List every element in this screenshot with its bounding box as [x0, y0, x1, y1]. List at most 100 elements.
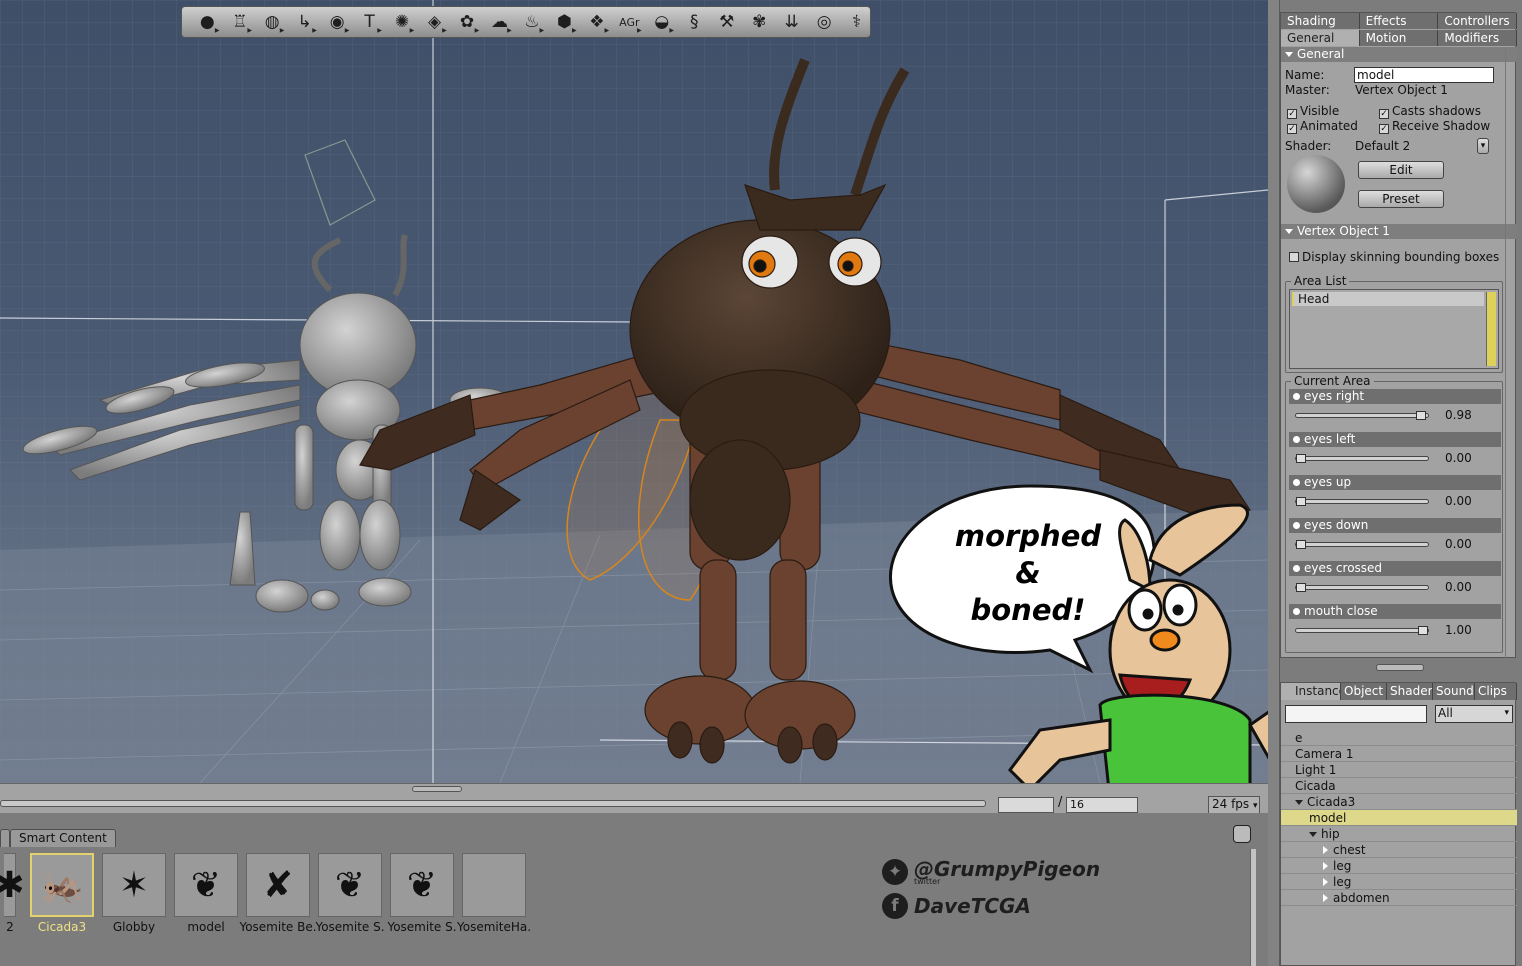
collapsed-triangle-icon[interactable] [1323, 894, 1328, 902]
library-item[interactable]: ✱ 2 [0, 853, 25, 935]
library-scrollbar[interactable] [1250, 849, 1256, 966]
text-icon[interactable]: T ▶ [356, 10, 382, 34]
tab-shader[interactable]: Shader [1387, 683, 1433, 700]
morph-value[interactable]: 1.00 [1445, 623, 1472, 637]
tree-item[interactable]: e [1281, 730, 1517, 746]
panel-splitter-horizontal[interactable] [1376, 664, 1424, 671]
library-item[interactable]: 🦗 Cicada3 [26, 853, 98, 935]
tree-item[interactable]: leg [1281, 874, 1517, 890]
morph-header[interactable]: eyes right [1289, 389, 1501, 404]
timeline-scrubber[interactable] [0, 800, 986, 807]
collapsed-triangle-icon[interactable] [1323, 878, 1328, 886]
morph-slider[interactable] [1295, 540, 1429, 549]
diamond-icon[interactable]: ❖ ▶ [584, 10, 610, 34]
general-section-header[interactable]: General [1281, 47, 1517, 62]
properties-scrollbar[interactable] [1505, 49, 1513, 659]
cloud-icon[interactable]: ☁ ▶ [486, 10, 512, 34]
tab-sound[interactable]: Sound [1433, 683, 1475, 700]
tab-controllers[interactable]: Controllers [1438, 13, 1518, 29]
morph-slider[interactable] [1295, 626, 1429, 635]
tree-item[interactable]: Cicada3 [1281, 794, 1517, 810]
area-list-scrollbar[interactable] [1486, 292, 1496, 366]
morph-slider[interactable] [1295, 411, 1429, 420]
animated-checkbox[interactable]: ✓ Animated [1287, 119, 1358, 134]
library-item[interactable]: YosemiteHa. [457, 853, 531, 935]
preset-button[interactable]: Preset [1358, 190, 1444, 208]
tab-general[interactable]: General [1281, 30, 1360, 46]
library-tab-prev[interactable] [0, 829, 10, 847]
morph-slider[interactable] [1295, 583, 1429, 592]
tab-clips[interactable]: Clips [1475, 683, 1517, 700]
area-list-item-head[interactable]: Head [1292, 292, 1484, 306]
expand-triangle-icon[interactable] [1295, 800, 1303, 805]
arrows-icon[interactable]: ⇊ [778, 10, 804, 34]
terrain-icon[interactable]: ◈ ▶ [421, 10, 447, 34]
display-skinning-checkbox[interactable]: Display skinning bounding boxes [1289, 250, 1499, 264]
morph-slider[interactable] [1295, 497, 1429, 506]
instance-search-input[interactable] [1285, 705, 1427, 723]
start-frame-field[interactable] [998, 797, 1054, 813]
gear-icon[interactable]: ✺ ▶ [389, 10, 415, 34]
collapsed-triangle-icon[interactable] [1323, 862, 1328, 870]
tree-item[interactable]: Camera 1 [1281, 746, 1517, 762]
target-icon[interactable]: ◎ [811, 10, 837, 34]
tab-object[interactable]: Object [1341, 683, 1387, 700]
tab-modifiers[interactable]: Modifiers [1438, 30, 1518, 46]
flower-icon[interactable]: ✾ [746, 10, 772, 34]
slider-knob[interactable] [1296, 497, 1306, 506]
expand-triangle-icon[interactable] [1309, 832, 1317, 837]
bowl-icon[interactable]: ◒ ▶ [649, 10, 675, 34]
tree-item[interactable]: hip [1281, 826, 1517, 842]
tab-effects[interactable]: Effects [1359, 13, 1439, 29]
spring-icon[interactable]: § [681, 10, 707, 34]
viewport-resize-handle[interactable] [412, 786, 462, 792]
vertex-object-section-header[interactable]: Vertex Object 1 [1281, 224, 1517, 239]
morph-value[interactable]: 0.00 [1445, 580, 1472, 594]
tree-item[interactable]: model [1281, 810, 1517, 826]
morph-header[interactable]: mouth close [1289, 604, 1501, 619]
slider-knob[interactable] [1296, 583, 1306, 592]
tab-smart-content[interactable]: Smart Content [10, 829, 116, 847]
morph-value[interactable]: 0.98 [1445, 408, 1472, 422]
3d-viewport[interactable]: morphed & boned! ● ▶ ♖ ▶ ◍ ▶ ↳ ▶ ◉ ▶ T ▶ ✺ ▶ ◈ ▶ ✿ ▶ ☁ ▶ ♨ ▶ ⬢… [0, 0, 1268, 783]
tree-item[interactable]: leg [1281, 858, 1517, 874]
sphere-icon[interactable]: ● ▶ [194, 10, 220, 34]
slider-knob[interactable] [1416, 411, 1426, 420]
library-item[interactable]: ✶ Globby [98, 853, 170, 935]
agr-icon[interactable]: AGr ▶ [616, 10, 642, 35]
bone-icon[interactable]: ⚕ [843, 10, 869, 34]
shader-dropdown-button[interactable]: ▾ [1477, 138, 1489, 154]
slider-knob[interactable] [1418, 626, 1428, 635]
tree-item[interactable]: Light 1 [1281, 762, 1517, 778]
goblet-icon[interactable]: ♖ ▶ [226, 10, 252, 34]
library-item[interactable]: ❦ model [170, 853, 242, 935]
slider-knob[interactable] [1296, 454, 1306, 463]
morph-header[interactable]: eyes up [1289, 475, 1501, 490]
morph-value[interactable]: 0.00 [1445, 494, 1472, 508]
dice-icon[interactable]: ⬢ ▶ [551, 10, 577, 34]
library-item[interactable]: ✘ Yosemite Be. [239, 853, 317, 935]
collapsed-triangle-icon[interactable] [1323, 846, 1328, 854]
instance-filter-select[interactable]: All ▾ [1435, 705, 1513, 723]
morph-slider[interactable] [1295, 454, 1429, 463]
slider-knob[interactable] [1296, 540, 1306, 549]
tab-motion[interactable]: Motion [1359, 30, 1439, 46]
panel-splitter[interactable] [1268, 0, 1280, 966]
library-options-button[interactable] [1233, 825, 1251, 843]
morph-value[interactable]: 0.00 [1445, 537, 1472, 551]
tree-item[interactable]: chest [1281, 842, 1517, 858]
morph-header[interactable]: eyes left [1289, 432, 1501, 447]
fps-select[interactable]: 24 fps ▾ [1208, 796, 1260, 814]
library-item[interactable]: ❦ Yosemite S. [386, 853, 458, 935]
tree-icon[interactable]: ✿ ▶ [454, 10, 480, 34]
hammer-icon[interactable]: ⚒ [714, 10, 740, 34]
morph-value[interactable]: 0.00 [1445, 451, 1472, 465]
tree-item[interactable]: abdomen [1281, 890, 1517, 906]
visible-checkbox[interactable]: ✓ Visible [1287, 104, 1339, 119]
name-field[interactable]: model [1354, 67, 1494, 83]
globe-icon[interactable]: ◍ ▶ [259, 10, 285, 34]
library-item[interactable]: ❦ Yosemite S. [314, 853, 386, 935]
casts-shadows-checkbox[interactable]: ✓ Casts shadows [1379, 104, 1481, 119]
tree-item[interactable]: Cicada [1281, 778, 1517, 794]
bend-icon[interactable]: ↳ ▶ [291, 10, 317, 34]
